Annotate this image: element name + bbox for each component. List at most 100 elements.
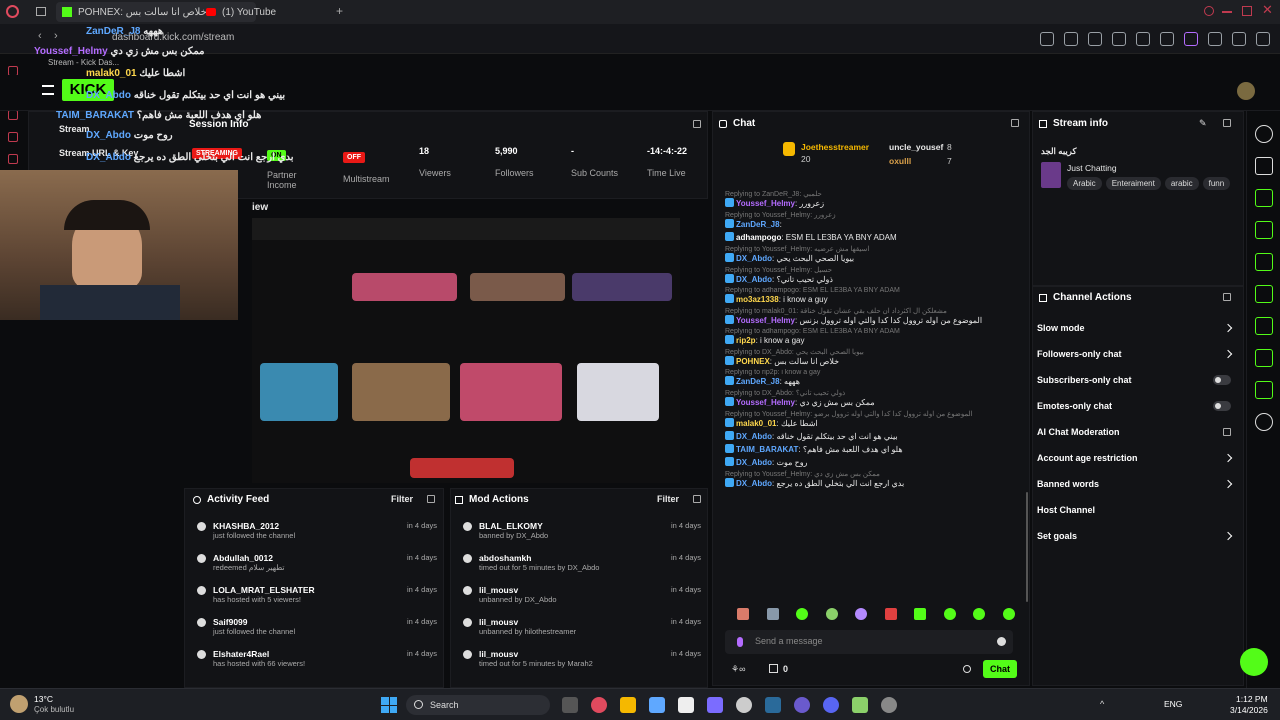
chat-username[interactable]: TAIM_BARAKAT — [736, 445, 798, 454]
obs-icon[interactable] — [881, 697, 897, 713]
account-age-row[interactable]: Account age restriction — [1037, 445, 1245, 471]
document-icon[interactable] — [1254, 253, 1273, 271]
share-icon[interactable] — [1136, 32, 1150, 46]
emote-icon[interactable] — [914, 608, 927, 620]
popout-icon[interactable] — [1223, 293, 1231, 301]
camera-icon[interactable] — [1064, 32, 1078, 46]
tag[interactable]: Arabic — [1067, 177, 1102, 190]
chat-username[interactable]: DX_Abdo — [736, 458, 772, 467]
filter-button[interactable]: Filter — [391, 494, 413, 504]
banned-words-row[interactable]: Banned words — [1037, 471, 1245, 497]
tag[interactable]: Enteraiment — [1105, 177, 1161, 190]
points-icon[interactable] — [769, 664, 778, 673]
app-icon[interactable] — [794, 697, 810, 713]
subscribers-only-toggle[interactable] — [1213, 375, 1231, 385]
emote-icon[interactable] — [737, 608, 749, 620]
slow-mode-row[interactable]: Slow mode — [1037, 315, 1245, 341]
emotes-only-toggle[interactable] — [1213, 401, 1231, 411]
popout-icon[interactable] — [693, 495, 701, 503]
chat-username[interactable]: malak0_01 — [736, 419, 776, 428]
chat-username[interactable]: DX_Abdo — [736, 275, 772, 284]
emote-icon[interactable] — [973, 608, 986, 620]
camera-icon[interactable] — [1254, 189, 1273, 207]
clock-date[interactable]: 3/14/2026 — [1230, 705, 1268, 715]
app-icon[interactable] — [852, 697, 868, 713]
steam-icon[interactable] — [765, 697, 781, 713]
category-name[interactable]: Just Chatting — [1067, 163, 1117, 173]
emote-icon[interactable] — [1002, 608, 1015, 620]
weather-icon[interactable] — [10, 695, 28, 713]
broadcast-icon[interactable] — [1254, 317, 1273, 335]
chat-settings-icons[interactable]: ⚘∞ — [731, 664, 745, 675]
language-indicator[interactable]: ENG — [1164, 699, 1182, 709]
extensions-icon[interactable] — [1208, 32, 1222, 46]
send-chat-button[interactable]: Chat — [983, 660, 1017, 678]
wrench-icon[interactable] — [1254, 381, 1273, 399]
sidebar-app-icon[interactable] — [8, 132, 18, 142]
chat-username[interactable]: mo3az1338 — [736, 295, 779, 304]
popout-icon[interactable] — [1223, 119, 1231, 127]
edit-icon[interactable] — [1254, 157, 1273, 175]
chat-username[interactable]: DX_Abdo — [736, 254, 772, 263]
chat-username[interactable]: ZanDeR_J8 — [736, 377, 780, 386]
music-icon[interactable] — [736, 697, 752, 713]
sidebar-app-icon[interactable] — [8, 154, 18, 164]
new-tab-button[interactable]: + — [336, 4, 343, 18]
chat-username[interactable]: POHNEX — [736, 357, 770, 366]
popout-icon[interactable] — [1011, 119, 1019, 127]
chat-username[interactable]: Youssef_Helmy — [736, 199, 795, 208]
heart-icon[interactable] — [1184, 32, 1198, 46]
chat-username[interactable]: DX_Abdo — [736, 479, 772, 488]
chat-scrollbar[interactable] — [1026, 492, 1028, 602]
file-explorer-icon[interactable] — [620, 697, 636, 713]
more-icon[interactable] — [1254, 413, 1273, 431]
task-view-icon[interactable] — [562, 697, 578, 713]
chat-username[interactable]: ZanDeR_J8 — [736, 220, 780, 229]
search-icon[interactable] — [1204, 6, 1214, 16]
popout-icon[interactable] — [693, 120, 701, 128]
ai-moderation-row[interactable]: AI Chat Moderation — [1037, 419, 1245, 445]
teams-icon[interactable] — [707, 697, 723, 713]
play-icon[interactable] — [1160, 32, 1174, 46]
taskbar-search[interactable]: Search — [406, 695, 550, 715]
bolt-icon[interactable] — [1254, 221, 1273, 239]
gear-icon[interactable] — [963, 665, 971, 673]
opera-logo-icon[interactable] — [6, 5, 19, 18]
edit-icon[interactable]: ✎ — [1199, 118, 1207, 129]
tag[interactable]: arabic — [1164, 177, 1199, 190]
emote-icon[interactable] — [943, 608, 956, 620]
discord-icon[interactable] — [823, 697, 839, 713]
set-goals-row[interactable]: Set goals — [1037, 523, 1245, 549]
emotes-only-row[interactable]: Emotes-only chat — [1037, 393, 1245, 419]
avatar[interactable] — [1237, 82, 1255, 100]
zoom-icon[interactable] — [1040, 32, 1054, 46]
info-icon[interactable] — [1254, 125, 1273, 143]
chat-username[interactable]: adhampogo — [736, 233, 781, 242]
tag[interactable]: funn — [1202, 177, 1231, 190]
popout-icon[interactable] — [427, 495, 435, 503]
windows-start-icon[interactable] — [381, 697, 397, 713]
tab-youtube[interactable]: (1) YouTube — [200, 2, 340, 22]
emoji-icon[interactable] — [997, 637, 1006, 646]
emote-icon[interactable] — [825, 608, 838, 620]
tabs-icon[interactable] — [36, 7, 46, 16]
host-channel-row[interactable]: Host Channel — [1037, 497, 1245, 523]
stream-preview[interactable] — [252, 218, 680, 483]
subscribers-only-row[interactable]: Subscribers-only chat — [1037, 367, 1245, 393]
clock-time[interactable]: 1:12 PM — [1236, 694, 1268, 704]
chat-username[interactable]: DX_Abdo — [736, 432, 772, 441]
close-button[interactable]: ✕ — [1262, 2, 1273, 18]
emote-icon[interactable] — [766, 608, 779, 620]
chat-input[interactable]: Send a message — [725, 630, 1013, 654]
followers-only-row[interactable]: Followers-only chat — [1037, 341, 1245, 367]
copilot-icon[interactable] — [649, 697, 665, 713]
chat-icon[interactable] — [1254, 285, 1273, 303]
tray-overflow-icon[interactable]: ^ — [1100, 699, 1104, 709]
minimize-button[interactable] — [1222, 11, 1232, 13]
chat-username[interactable]: Youssef_Helmy — [736, 398, 795, 407]
shield-icon[interactable] — [1112, 32, 1126, 46]
emote-icon[interactable] — [884, 608, 897, 620]
opera-icon[interactable] — [591, 697, 607, 713]
crop-icon[interactable] — [1088, 32, 1102, 46]
chat-username[interactable]: Youssef_Helmy — [736, 316, 795, 325]
